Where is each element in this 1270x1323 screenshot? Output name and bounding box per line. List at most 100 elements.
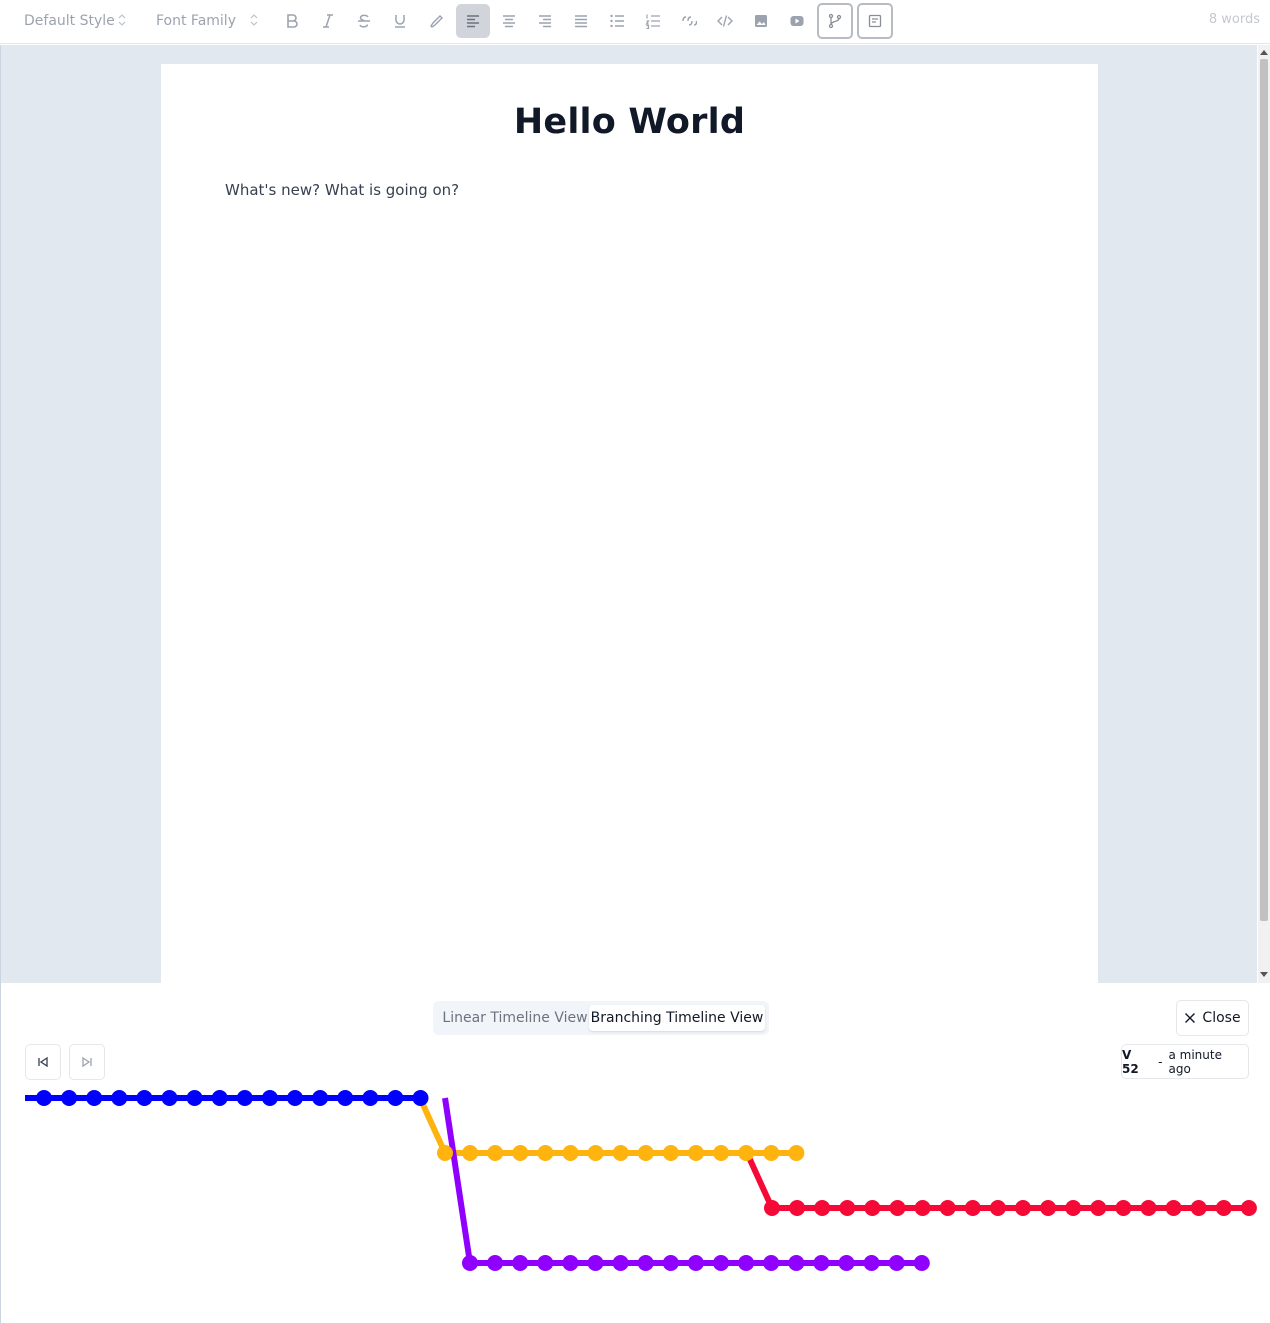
timeline-version-node[interactable] [838, 1255, 855, 1271]
timeline-version-node[interactable] [989, 1200, 1006, 1216]
tab-branching-timeline[interactable]: Branching Timeline View [589, 1005, 765, 1031]
timeline-version-node[interactable] [387, 1090, 404, 1106]
timeline-version-node[interactable] [687, 1255, 704, 1271]
timeline-version-node[interactable] [814, 1200, 831, 1216]
timeline-version-node[interactable] [587, 1145, 604, 1161]
timeline-version-node[interactable] [688, 1145, 704, 1161]
timeline-version-node[interactable] [914, 1200, 931, 1216]
bold-button[interactable] [275, 4, 309, 38]
strikethrough-button[interactable] [347, 4, 381, 38]
timeline-version-node[interactable] [713, 1255, 729, 1271]
highlight-button[interactable] [419, 4, 453, 38]
timeline-version-node[interactable] [888, 1255, 905, 1271]
video-button[interactable] [780, 4, 814, 38]
document-page[interactable]: Hello World What's new? What is going on… [161, 64, 1098, 983]
timeline-version-node[interactable] [1090, 1200, 1107, 1216]
ordered-list-button[interactable] [636, 4, 670, 38]
timeline-version-node[interactable] [738, 1145, 755, 1161]
timeline-version-node[interactable] [1215, 1200, 1232, 1216]
timeline-version-node[interactable] [789, 1200, 806, 1216]
timeline-version-node[interactable] [261, 1090, 278, 1106]
italic-button[interactable] [311, 4, 345, 38]
timeline-version-node[interactable] [612, 1145, 629, 1161]
timeline-version-node[interactable] [662, 1255, 679, 1271]
timeline-version-node[interactable] [487, 1255, 504, 1271]
timeline-version-node[interactable] [864, 1200, 881, 1216]
timeline-version-node[interactable] [1240, 1200, 1257, 1216]
timeline-version-node[interactable] [637, 1255, 654, 1271]
timeline-version-node[interactable] [412, 1090, 429, 1106]
timeline-version-node[interactable] [764, 1200, 780, 1216]
align-center-button[interactable] [492, 4, 526, 38]
timeline-version-node[interactable] [136, 1090, 153, 1106]
timeline-version-node[interactable] [562, 1255, 579, 1271]
align-left-button[interactable] [456, 4, 490, 38]
vertical-scrollbar[interactable] [1258, 45, 1270, 983]
scrollbar-thumb[interactable] [1260, 59, 1268, 921]
underline-button[interactable] [383, 4, 417, 38]
image-button[interactable] [744, 4, 778, 38]
timeline-version-node[interactable] [36, 1090, 52, 1106]
timeline-version-node[interactable] [111, 1090, 128, 1106]
scroll-down-arrow-icon[interactable] [1260, 972, 1268, 977]
branching-timeline-graph[interactable] [1, 1068, 1270, 1323]
timeline-version-node[interactable] [462, 1145, 479, 1161]
timeline-version-node[interactable] [1040, 1200, 1057, 1216]
timeline-version-node[interactable] [889, 1200, 906, 1216]
timeline-version-node[interactable] [161, 1090, 178, 1106]
timeline-version-node[interactable] [512, 1145, 529, 1161]
timeline-version-node[interactable] [186, 1090, 203, 1106]
timeline-version-node[interactable] [1140, 1200, 1157, 1216]
notes-button[interactable] [857, 3, 893, 39]
style-select[interactable]: Default Style [24, 10, 126, 32]
scroll-up-arrow-icon[interactable] [1260, 50, 1268, 55]
timeline-version-node[interactable] [813, 1255, 830, 1271]
align-right-button[interactable] [528, 4, 562, 38]
timeline-version-node[interactable] [1115, 1200, 1132, 1216]
timeline-version-node[interactable] [713, 1145, 730, 1161]
timeline-version-node[interactable] [1015, 1200, 1031, 1216]
font-family-select[interactable]: Font Family [156, 10, 258, 32]
align-justify-button[interactable] [564, 4, 598, 38]
timeline-version-node[interactable] [362, 1090, 379, 1106]
timeline-version-node[interactable] [763, 1255, 780, 1271]
timeline-version-node[interactable] [788, 1255, 805, 1271]
timeline-version-node[interactable] [537, 1255, 554, 1271]
timeline-version-node[interactable] [939, 1200, 956, 1216]
timeline-version-node[interactable] [863, 1255, 880, 1271]
timeline-version-node[interactable] [562, 1145, 579, 1161]
version-branch-button[interactable] [817, 3, 853, 39]
timeline-version-node[interactable] [1165, 1200, 1182, 1216]
timeline-version-node[interactable] [437, 1145, 453, 1161]
timeline-version-node[interactable] [462, 1255, 478, 1271]
timeline-version-node[interactable] [86, 1090, 103, 1106]
timeline-version-node[interactable] [1190, 1200, 1207, 1216]
timeline-version-node[interactable] [1065, 1200, 1082, 1216]
timeline-version-node[interactable] [587, 1255, 604, 1271]
timeline-version-node[interactable] [487, 1145, 504, 1161]
timeline-version-node[interactable] [913, 1255, 930, 1271]
timeline-version-node[interactable] [839, 1200, 856, 1216]
timeline-version-node[interactable] [211, 1090, 228, 1106]
close-button[interactable]: Close [1176, 1000, 1249, 1036]
timeline-version-node[interactable] [312, 1090, 329, 1106]
bullet-list-button[interactable] [600, 4, 634, 38]
timeline-version-node[interactable] [964, 1200, 981, 1216]
code-button[interactable] [708, 4, 742, 38]
timeline-version-node[interactable] [788, 1145, 805, 1161]
timeline-version-node[interactable] [337, 1090, 354, 1106]
blockquote-button[interactable] [672, 4, 706, 38]
timeline-version-node[interactable] [612, 1255, 629, 1271]
document-paragraph[interactable]: What's new? What is going on? [225, 181, 459, 199]
timeline-version-node[interactable] [287, 1090, 303, 1106]
timeline-version-node[interactable] [512, 1255, 529, 1271]
timeline-version-node[interactable] [236, 1090, 253, 1106]
document-title[interactable]: Hello World [161, 102, 1098, 142]
timeline-version-node[interactable] [537, 1145, 554, 1161]
tab-linear-timeline[interactable]: Linear Timeline View [441, 1005, 589, 1031]
timeline-version-node[interactable] [738, 1255, 755, 1271]
timeline-version-node[interactable] [637, 1145, 654, 1161]
timeline-version-node[interactable] [61, 1090, 78, 1106]
timeline-version-node[interactable] [763, 1145, 780, 1161]
timeline-version-node[interactable] [662, 1145, 679, 1161]
